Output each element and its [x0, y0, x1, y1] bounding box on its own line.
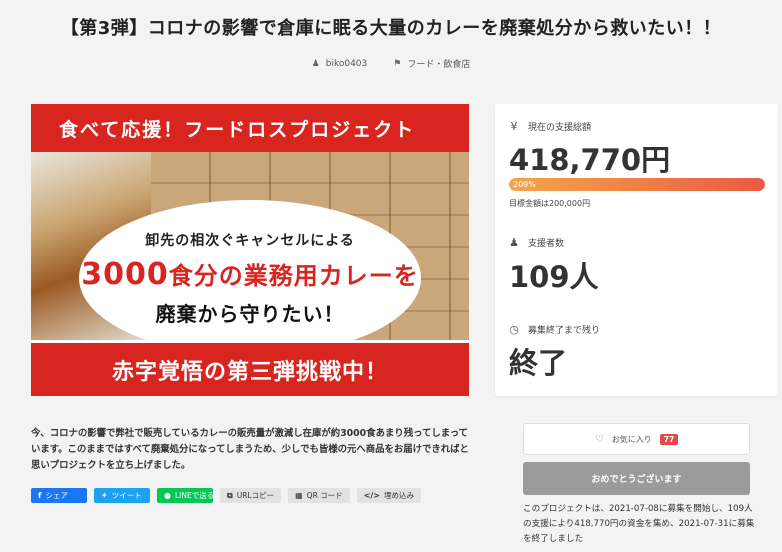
total-label-row: ¥ 現在の支援総額	[509, 120, 592, 133]
heart-icon: ♡	[594, 433, 604, 445]
hero-bottom-banner: 赤字覚悟の第三弾挑戦中！	[31, 340, 469, 396]
favorite-count: 77	[659, 433, 679, 445]
user-icon: ♟	[509, 236, 519, 249]
backers-label: 支援者数	[528, 239, 565, 249]
hero-line-2-text: 食分の業務用カレーを	[168, 261, 419, 290]
code-icon: </>	[363, 491, 380, 500]
remaining-value: 終了	[509, 346, 568, 380]
line-share-button[interactable]: ● LINEで送る	[157, 488, 215, 503]
facebook-share-button[interactable]: f シェア	[31, 488, 87, 503]
author-link[interactable]: ♟ biko0403	[312, 57, 368, 70]
category-name: フード・飲食店	[407, 60, 471, 70]
twitter-share-button[interactable]: ✦ ツイート	[94, 488, 150, 503]
url-copy-label: URLコピー	[236, 491, 275, 500]
funding-stats-card: ¥ 現在の支援総額 418,770円 209% 目標金額は200,000円 ♟ …	[495, 104, 778, 396]
project-description: 今、コロナの影響で弊社で販売しているカレーの販売量が激減し在庫が約3000食あま…	[31, 428, 469, 471]
total-amount: 418,770円	[509, 143, 671, 177]
category-link[interactable]: ⚑ フード・飲食店	[393, 57, 471, 71]
author-name: biko0403	[325, 58, 368, 69]
remaining-label-row: ◷ 募集終了まで残り	[509, 323, 600, 336]
twitter-icon: ✦	[101, 491, 108, 500]
project-meta: ♟ biko0403 ⚑ フード・飲食店	[0, 57, 782, 71]
user-icon: ♟	[311, 58, 320, 69]
project-hero-image: 食べて応援！フードロスプロジェクト 卸先の相次ぐキャンセルによる 3000食分の…	[31, 104, 469, 396]
hero-number: 3000	[81, 256, 169, 292]
facebook-icon: f	[38, 491, 42, 500]
hero-line-1: 卸先の相次ぐキャンセルによる	[145, 232, 355, 249]
backers-count: 109人	[509, 260, 599, 294]
favorite-button[interactable]: ♡ お気に入り 77	[523, 423, 750, 455]
clock-icon: ◷	[509, 323, 519, 336]
embed-button[interactable]: </> 埋め込み	[356, 488, 421, 503]
qr-code-button[interactable]: ▦ QR コード	[288, 488, 350, 503]
hero-ellipse: 卸先の相次ぐキャンセルによる 3000食分の業務用カレーを 廃棄から守りたい！	[79, 200, 421, 356]
qr-icon: ▦	[295, 491, 303, 500]
yen-icon: ¥	[510, 120, 518, 133]
tag-icon: ⚑	[393, 58, 402, 69]
favorite-label: お気に入り	[611, 434, 652, 444]
hero-top-banner: 食べて応援！フードロスプロジェクト	[31, 104, 469, 152]
backers-label-row: ♟ 支援者数	[509, 236, 564, 249]
embed-label: 埋め込み	[384, 491, 414, 500]
project-summary: このプロジェクトは、2021-07-08に募集を開始し、109人の支援により41…	[523, 504, 755, 544]
thanks-button[interactable]: おめでとうございます	[523, 462, 750, 495]
page-title: 【第3弾】コロナの影響で倉庫に眠る大量のカレーを廃棄処分から救いたい！！	[60, 18, 722, 39]
funding-progress-bar: 209%	[509, 178, 765, 191]
hero-line-3: 廃棄から守りたい！	[155, 301, 345, 326]
facebook-share-label: シェア	[45, 491, 68, 500]
copy-icon: ⧉	[227, 490, 233, 500]
qr-code-label: QR コード	[306, 491, 343, 500]
line-share-label: LINEで送る	[174, 491, 215, 500]
twitter-share-label: ツイート	[111, 491, 142, 500]
line-icon: ●	[164, 491, 171, 500]
remaining-label: 募集終了まで残り	[528, 326, 601, 336]
goal-amount: 目標金額は200,000円	[509, 199, 591, 208]
progress-fill: 209%	[509, 178, 765, 191]
share-buttons: f シェア ✦ ツイート ● LINEで送る ⧉ URLコピー ▦ QR コード…	[31, 488, 421, 503]
total-label: 現在の支援総額	[528, 123, 592, 133]
url-copy-button[interactable]: ⧉ URLコピー	[220, 488, 282, 503]
hero-line-2: 3000食分の業務用カレーを	[81, 256, 419, 292]
